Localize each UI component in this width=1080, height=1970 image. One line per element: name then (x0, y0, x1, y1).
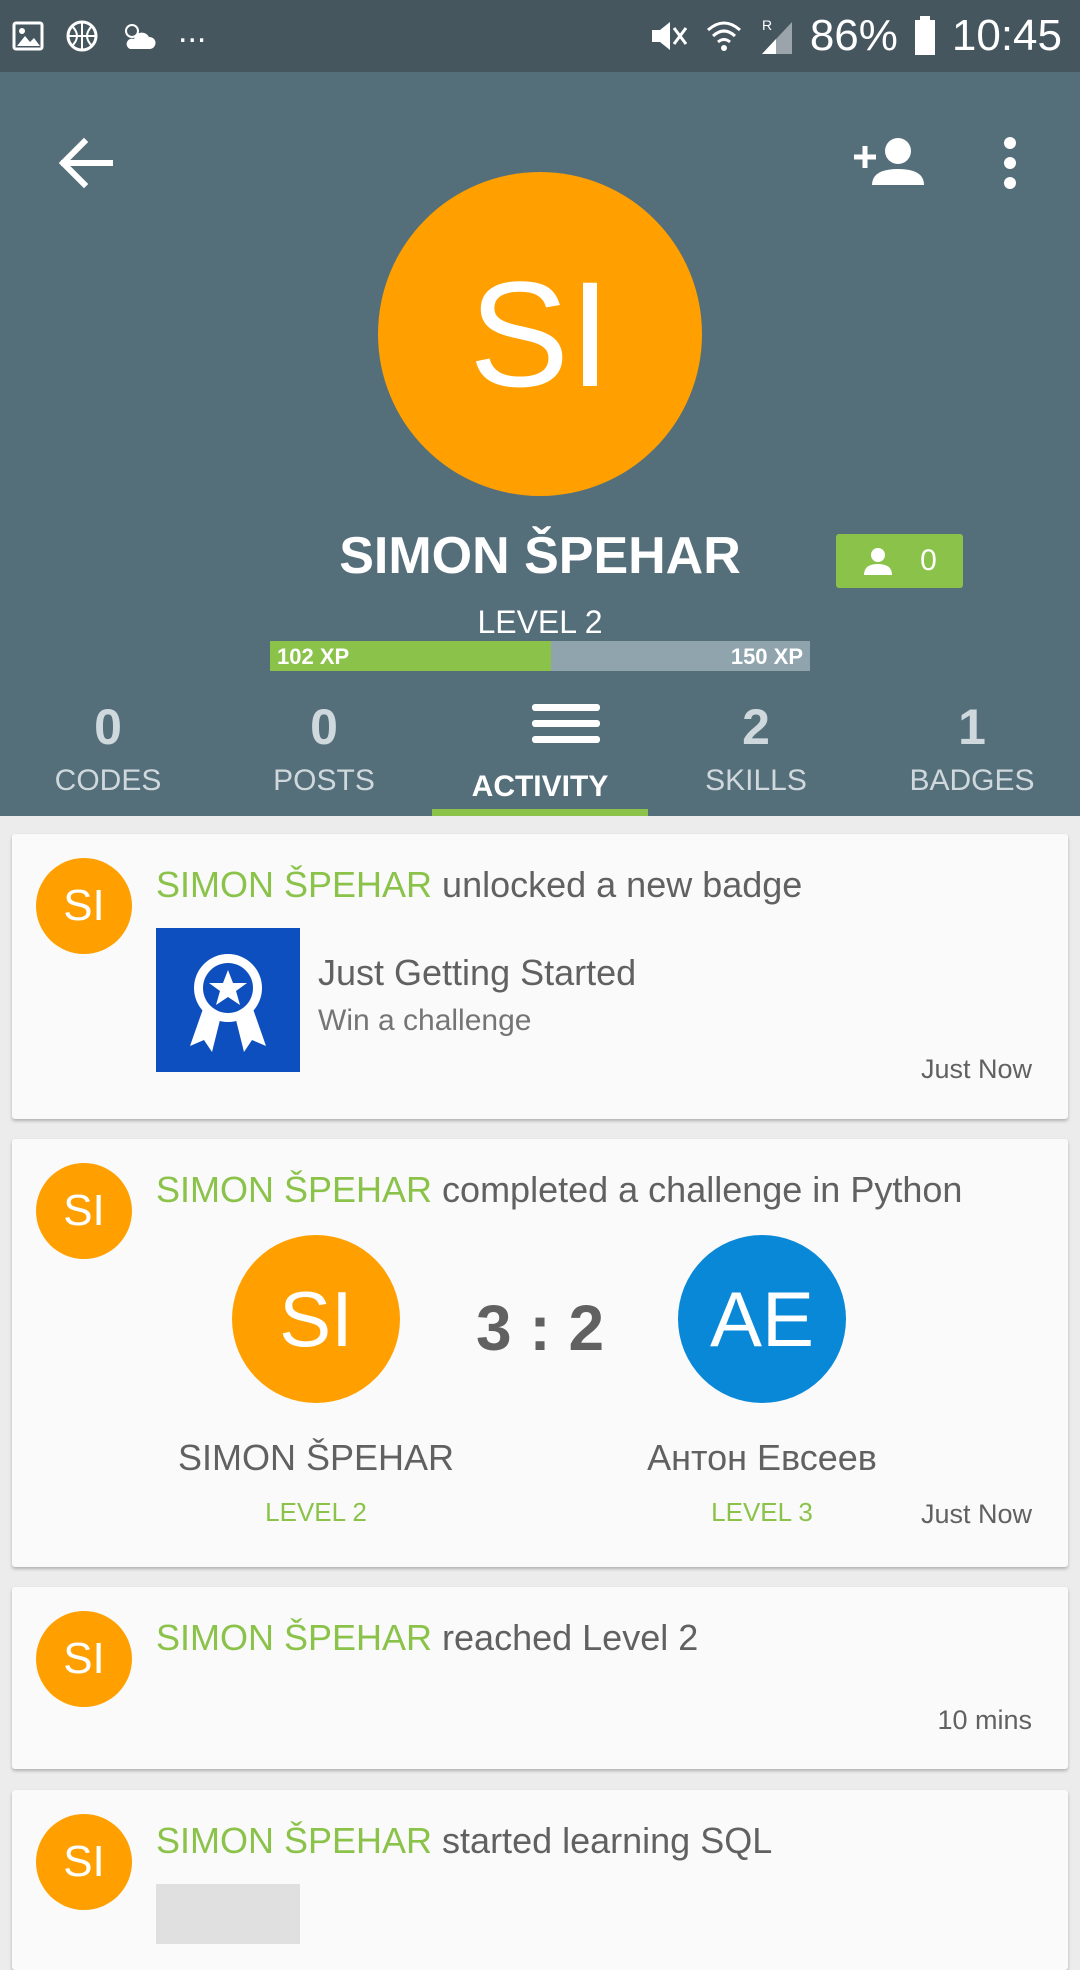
player2-level: LEVEL 3 (711, 1497, 813, 1527)
menu-icon (532, 704, 600, 743)
badge-image[interactable] (156, 928, 300, 1072)
follow-button[interactable] (850, 127, 930, 199)
profile-level: LEVEL 2 (477, 604, 603, 640)
activity-user-link[interactable]: SIMON ŠPEHAR (156, 1617, 432, 1658)
activity-action: completed a challenge in Python (432, 1169, 963, 1210)
activity-action: reached Level 2 (432, 1617, 699, 1658)
activity-card-challenge[interactable]: SI SIMON ŠPEHAR completed a challenge in… (12, 1139, 1068, 1567)
tab-codes-count: 0 (94, 699, 122, 755)
battery-percent: 86% (809, 11, 898, 60)
activity-time: 10 mins (937, 1705, 1032, 1735)
player2-name[interactable]: Антон Евсеев (572, 1437, 952, 1479)
activity-card-level[interactable]: SI SIMON ŠPEHAR reached Level 2 10 mins (12, 1587, 1068, 1769)
course-thumbnail[interactable] (156, 1884, 300, 1944)
activity-action: unlocked a new badge (432, 864, 803, 905)
wifi-icon (706, 21, 741, 51)
back-arrow-icon (58, 137, 113, 189)
tab-badges-count: 1 (958, 699, 986, 755)
profile-tabs: 0 CODES 0 POSTS ACTIVITY 2 SKILLS 1 BADG… (0, 690, 1080, 816)
active-tab-indicator (432, 809, 648, 816)
challenge-score: 3 : 2 (475, 1292, 605, 1364)
tab-skills-count: 2 (742, 699, 770, 755)
xp-progress-bar: 102 XP 150 XP (270, 641, 810, 671)
activity-text: SIMON ŠPEHAR started learning SQL (156, 1820, 772, 1862)
image-icon (12, 21, 44, 51)
xp-current: 102 XP (277, 644, 350, 669)
activity-text: SIMON ŠPEHAR reached Level 2 (156, 1617, 698, 1659)
activity-text: SIMON ŠPEHAR unlocked a new badge (156, 864, 802, 906)
tab-codes[interactable]: 0 CODES (0, 690, 216, 816)
tab-activity[interactable]: ACTIVITY (432, 690, 648, 816)
basketball-icon (66, 20, 98, 52)
add-person-icon (854, 138, 924, 185)
tab-activity-label: ACTIVITY (471, 770, 609, 803)
notification-more-dots: ... (178, 11, 207, 50)
tab-codes-label: CODES (54, 764, 162, 797)
avatar[interactable]: SI (36, 1163, 132, 1259)
clock: 10:45 (951, 11, 1062, 60)
more-options-button[interactable] (990, 127, 1030, 199)
more-vert-icon (1004, 137, 1016, 189)
badge-medal-icon (190, 954, 266, 1052)
activity-card-course[interactable]: SI SIMON ŠPEHAR started learning SQL (12, 1790, 1068, 1970)
profile-avatar: SI (378, 172, 702, 496)
tab-posts-label: POSTS (273, 764, 375, 797)
tab-skills-label: SKILLS (705, 764, 807, 797)
avatar[interactable]: SI (36, 1814, 132, 1910)
tab-badges-label: BADGES (909, 764, 1035, 797)
player1-avatar[interactable]: SI (232, 1235, 400, 1403)
activity-card-badge[interactable]: SI SIMON ŠPEHAR unlocked a new badge Jus… (12, 834, 1068, 1119)
activity-user-link[interactable]: SIMON ŠPEHAR (156, 1820, 432, 1861)
battery-icon (914, 16, 935, 55)
followers-button[interactable]: 0 (836, 534, 963, 588)
activity-time: Just Now (920, 1499, 1032, 1529)
activity-action: started learning SQL (432, 1820, 773, 1861)
signal-icon: R (761, 17, 792, 54)
person-icon (864, 548, 893, 575)
avatar[interactable]: SI (36, 1611, 132, 1707)
player2-avatar[interactable]: AE (678, 1235, 846, 1403)
xp-next: 150 XP (730, 644, 803, 669)
tab-skills[interactable]: 2 SKILLS (648, 690, 864, 816)
tab-badges[interactable]: 1 BADGES (864, 690, 1080, 816)
mute-icon (651, 22, 688, 50)
followers-count: 0 (920, 544, 937, 577)
svg-text:R: R (762, 17, 772, 33)
activity-user-link[interactable]: SIMON ŠPEHAR (156, 1169, 432, 1210)
activity-time: Just Now (920, 1054, 1032, 1084)
activity-user-link[interactable]: SIMON ŠPEHAR (156, 864, 432, 905)
profile-header: SI SIMON ŠPEHAR 0 LEVEL 2 102 XP 150 XP … (0, 72, 1080, 816)
tab-posts-count: 0 (310, 699, 338, 755)
activity-text: SIMON ŠPEHAR completed a challenge in Py… (156, 1169, 962, 1211)
back-button[interactable] (50, 127, 122, 199)
weather-icon (125, 24, 156, 49)
player1-name[interactable]: SIMON ŠPEHAR (126, 1437, 506, 1479)
status-bar: ... R 86% 10:45 (0, 0, 1080, 72)
badge-description: Win a challenge (318, 1004, 532, 1037)
avatar[interactable]: SI (36, 858, 132, 954)
badge-title: Just Getting Started (318, 952, 637, 993)
player1-level: LEVEL 2 (265, 1497, 367, 1527)
tab-posts[interactable]: 0 POSTS (216, 690, 432, 816)
